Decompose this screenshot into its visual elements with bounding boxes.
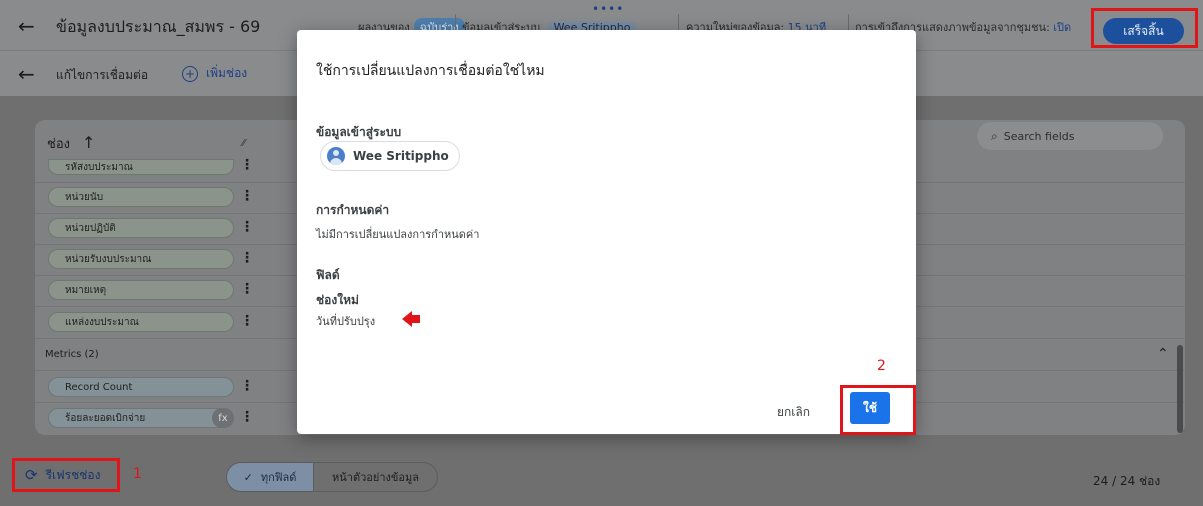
drag-handle-icon[interactable]: •••• <box>592 2 624 16</box>
field-name: หน่วยนับ <box>65 191 104 203</box>
fields-heading: ฟิลด์ <box>316 268 340 282</box>
more-vert-icon[interactable]: ⋮ <box>240 378 254 394</box>
refresh-icon: ⟳ <box>25 466 38 484</box>
view-toggle: ✓ ทุกฟิลด์ หน้าตัวอย่างข้อมูล <box>226 462 438 492</box>
metric-chip[interactable]: ร้อยละยอดเบิกจ่าย fx <box>48 408 234 428</box>
field-name: แหล่งงบประมาณ <box>65 316 139 328</box>
field-chip[interactable]: หน่วยรับงบประมาณ <box>48 249 234 269</box>
sort-ascending-icon[interactable]: ↑ <box>82 133 95 152</box>
apply-changes-dialog: ใช้การเปลี่ยนแปลงการเชื่อมต่อใช่ไหม ข้อม… <box>297 30 916 435</box>
add-field-label: เพิ่มช่อง <box>206 66 248 80</box>
all-fields-toggle[interactable]: ✓ ทุกฟิลด์ <box>227 463 313 491</box>
field-name: หน่วยปฏิบัติ <box>65 222 116 234</box>
back-arrow-icon[interactable]: ← <box>18 62 35 86</box>
data-source-title: ข้อมูลงบประมาณ_สมพร - 69 <box>56 17 261 36</box>
refresh-label: รีเฟรชช่อง <box>45 467 101 482</box>
add-field-button[interactable]: + เพิ่มช่อง <box>182 64 247 83</box>
metric-chip[interactable]: Record Count <box>48 377 234 397</box>
new-field-name: วันที่ปรับปรุง <box>316 315 376 328</box>
highlight-box-done <box>1091 8 1198 48</box>
field-name: รหัสงบประมาณ <box>65 161 133 173</box>
refresh-fields-button[interactable]: ⟳ รีเฟรชช่อง <box>12 458 120 492</box>
field-chip[interactable]: หน่วยนับ <box>48 187 234 207</box>
check-icon: ✓ <box>243 470 253 484</box>
more-vert-icon[interactable]: ⋮ <box>240 281 254 297</box>
cancel-button[interactable]: ยกเลิก <box>777 403 810 422</box>
field-name: หมายเหตุ <box>65 284 107 296</box>
formula-fx-icon: fx <box>212 408 234 428</box>
config-heading: การกำหนดค่า <box>316 203 390 217</box>
user-name: Wee Sritippho <box>353 149 449 163</box>
more-vert-icon[interactable]: ⋮ <box>240 313 254 329</box>
metrics-section-label: Metrics (2) <box>45 349 99 360</box>
user-chip: Wee Sritippho <box>320 141 460 171</box>
scrollbar[interactable] <box>1177 345 1183 433</box>
red-arrow-icon <box>402 311 420 327</box>
community-value: เปิด <box>1053 21 1072 34</box>
search-placeholder: Search fields <box>1003 129 1075 143</box>
edit-connection-button[interactable]: แก้ไขการเชื่อมต่อ <box>56 66 148 85</box>
data-preview-toggle[interactable]: หน้าตัวอย่างข้อมูล <box>313 463 437 491</box>
field-chip[interactable]: รหัสงบประมาณ <box>48 159 234 175</box>
back-arrow-icon[interactable]: ← <box>18 14 35 38</box>
new-field-heading: ช่องใหม่ <box>316 293 359 307</box>
step-2-label: 2 <box>877 358 886 374</box>
search-fields-input[interactable]: ⌕ Search fields <box>977 122 1163 150</box>
more-vert-icon[interactable]: ⋮ <box>240 250 254 266</box>
more-vert-icon[interactable]: ⋮ <box>240 409 254 425</box>
metric-name: ร้อยละยอดเบิกจ่าย <box>65 412 146 424</box>
config-text: ไม่มีการเปลี่ยนแปลงการกำหนดค่า <box>316 228 480 241</box>
search-icon: ⌕ <box>991 128 998 143</box>
highlight-box-apply <box>840 385 916 435</box>
column-resize-icon[interactable]: ⁄⁄ <box>242 138 245 149</box>
fields-column-header[interactable]: ช่อง ↑ <box>47 133 95 154</box>
fields-header-label: ช่อง <box>47 137 70 152</box>
field-chip[interactable]: หมายเหตุ <box>48 280 234 300</box>
collapse-chevron-icon[interactable]: ⌃ <box>1157 346 1169 362</box>
step-1-label: 1 <box>133 466 142 482</box>
all-fields-label: ทุกฟิลด์ <box>260 471 297 484</box>
metric-name: Record Count <box>65 381 133 393</box>
more-vert-icon[interactable]: ⋮ <box>240 157 254 173</box>
bottom-bar: ⟳ รีเฟรชช่อง 1 ✓ ทุกฟิลด์ หน้าตัวอย่างข้… <box>0 448 1203 506</box>
field-count: 24 / 24 ช่อง <box>1093 474 1161 488</box>
add-circle-icon: + <box>182 65 198 82</box>
account-avatar-icon <box>327 147 345 165</box>
more-vert-icon[interactable]: ⋮ <box>240 219 254 235</box>
dialog-title: ใช้การเปลี่ยนแปลงการเชื่อมต่อใช่ไหม <box>316 63 545 79</box>
field-chip[interactable]: แหล่งงบประมาณ <box>48 312 234 332</box>
more-vert-icon[interactable]: ⋮ <box>240 188 254 204</box>
field-chip[interactable]: หน่วยปฏิบัติ <box>48 218 234 238</box>
credentials-heading: ข้อมูลเข้าสู่ระบบ <box>316 125 402 139</box>
field-name: หน่วยรับงบประมาณ <box>65 253 152 265</box>
